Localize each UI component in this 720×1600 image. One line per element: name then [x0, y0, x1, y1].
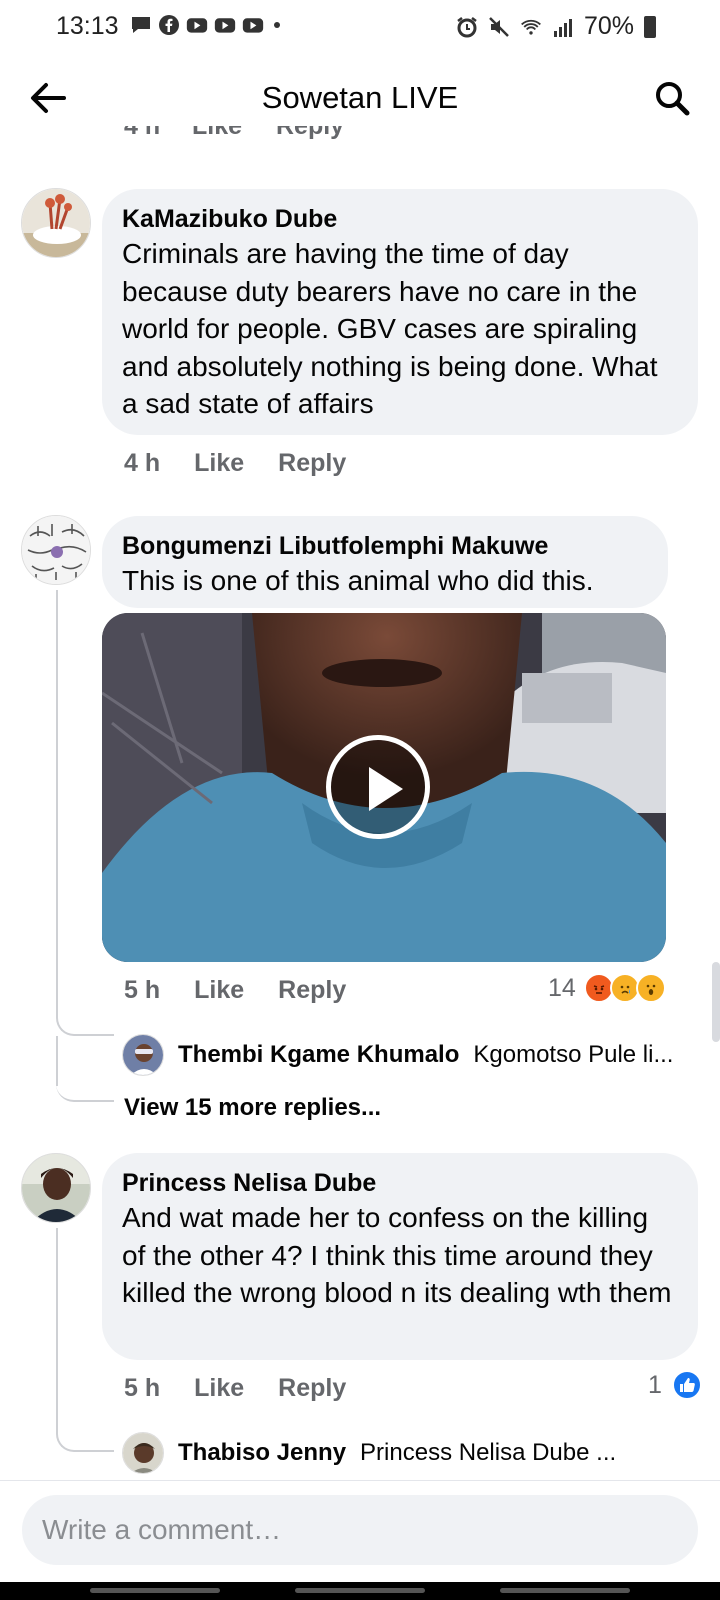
comment-text: Criminals are having the time of day bec… — [122, 238, 658, 419]
previous-reply-button[interactable]: Reply — [276, 126, 344, 141]
reaction-count: 1 — [648, 1370, 662, 1399]
app-header: Sowetan LIVE — [0, 60, 720, 136]
comment-bubble[interactable]: Bongumenzi Libutfolemphi Makuwe This is … — [102, 516, 668, 608]
comment-author[interactable]: Princess Nelisa Dube — [122, 1167, 678, 1199]
reply-text: Kgomotso Pule li... — [473, 1041, 674, 1068]
avatar[interactable] — [122, 1034, 164, 1076]
mute-icon — [489, 16, 509, 37]
comment-actions: 5 h Like Reply — [124, 1374, 346, 1403]
comment-bubble[interactable]: Princess Nelisa Dube And wat made her to… — [102, 1153, 698, 1360]
avatar[interactable] — [122, 1432, 164, 1474]
play-button[interactable] — [326, 735, 430, 839]
nav-back-button[interactable] — [500, 1588, 630, 1593]
notification-icons — [130, 14, 280, 36]
status-bar: 13:13 70% — [0, 0, 720, 52]
thread-line — [56, 1228, 58, 1426]
reply-button[interactable]: Reply — [278, 1374, 346, 1403]
battery-percent: 70% — [583, 12, 634, 40]
avatar-image — [22, 516, 90, 584]
comment-time: 5 h — [124, 976, 161, 1004]
comment-time: 5 h — [124, 1374, 161, 1402]
avatar[interactable] — [21, 515, 91, 585]
nav-home-button[interactable] — [295, 1588, 425, 1593]
avatar-image — [22, 1154, 90, 1222]
system-navigation-bar — [0, 1582, 720, 1600]
comment-bubble[interactable]: KaMazibuko Dube Criminals are having the… — [102, 189, 698, 435]
previous-like-button[interactable]: Like — [192, 126, 242, 141]
nav-recent-button[interactable] — [90, 1588, 220, 1593]
comment-text: And wat made her to confess on the killi… — [122, 1202, 672, 1308]
avatar-image — [123, 1433, 163, 1473]
reply-connector — [56, 1420, 114, 1452]
signal-icon — [553, 18, 572, 37]
comment-text: This is one of this animal who did this. — [122, 565, 594, 596]
reply-preview[interactable]: Thembi Kgame Khumalo Kgomotso Pule li... — [122, 1034, 673, 1076]
wow-reaction-icon — [635, 973, 666, 1003]
dot-icon — [274, 22, 280, 28]
previous-time: 4 h — [124, 126, 161, 140]
thread-line — [56, 590, 58, 1004]
comment-compose-bar — [0, 1480, 720, 1580]
facebook-icon — [159, 15, 179, 35]
like-reaction-icon — [671, 1370, 702, 1400]
reaction-count: 14 — [548, 973, 576, 1002]
reply-author[interactable]: Thabiso Jenny — [178, 1439, 346, 1467]
comment-time: 4 h — [124, 449, 161, 477]
alarm-icon — [457, 16, 477, 37]
comment-author[interactable]: Bongumenzi Libutfolemphi Makuwe — [122, 530, 648, 562]
reply-connector — [56, 1036, 114, 1102]
comment-author[interactable]: KaMazibuko Dube — [122, 203, 678, 235]
like-button[interactable]: Like — [194, 976, 244, 1005]
page-title: Sowetan LIVE — [261, 80, 459, 115]
reaction-summary[interactable]: 1 — [648, 1370, 702, 1400]
reply-text: Princess Nelisa Dube ... — [360, 1439, 617, 1466]
comment-actions: 5 h Like Reply — [124, 976, 346, 1005]
reaction-summary[interactable]: 14 — [548, 973, 666, 1003]
previous-comment-actions: 4 h Like Reply — [124, 126, 684, 146]
avatar[interactable] — [21, 1153, 91, 1223]
message-icon — [132, 17, 150, 33]
reply-connector — [56, 1004, 114, 1036]
youtube-icon — [186, 18, 208, 33]
wifi-icon — [521, 19, 541, 35]
reply-button[interactable]: Reply — [278, 976, 346, 1005]
avatar-image — [123, 1035, 163, 1075]
avatar-image — [22, 189, 90, 257]
comment-actions: 4 h Like Reply — [124, 449, 346, 478]
like-button[interactable]: Like — [194, 1374, 244, 1403]
search-icon — [656, 82, 690, 116]
view-more-replies[interactable]: View 15 more replies... — [124, 1094, 381, 1122]
avatar[interactable] — [21, 188, 91, 258]
reply-author[interactable]: Thembi Kgame Khumalo — [178, 1041, 459, 1069]
like-button[interactable]: Like — [194, 449, 244, 478]
scrollbar-thumb[interactable] — [712, 962, 720, 1042]
search-button[interactable] — [650, 76, 694, 120]
youtube-icon — [242, 18, 264, 33]
comment-input[interactable] — [22, 1495, 698, 1565]
system-icons: 70% — [456, 12, 656, 41]
youtube-icon — [214, 18, 236, 33]
status-time: 13:13 — [56, 12, 119, 40]
thread-line — [56, 1036, 58, 1086]
video-attachment[interactable] — [102, 613, 666, 962]
reply-button[interactable]: Reply — [278, 449, 346, 478]
play-icon — [369, 767, 403, 811]
battery-icon — [644, 15, 656, 38]
reply-preview[interactable]: Thabiso Jenny Princess Nelisa Dube ... — [122, 1432, 616, 1474]
